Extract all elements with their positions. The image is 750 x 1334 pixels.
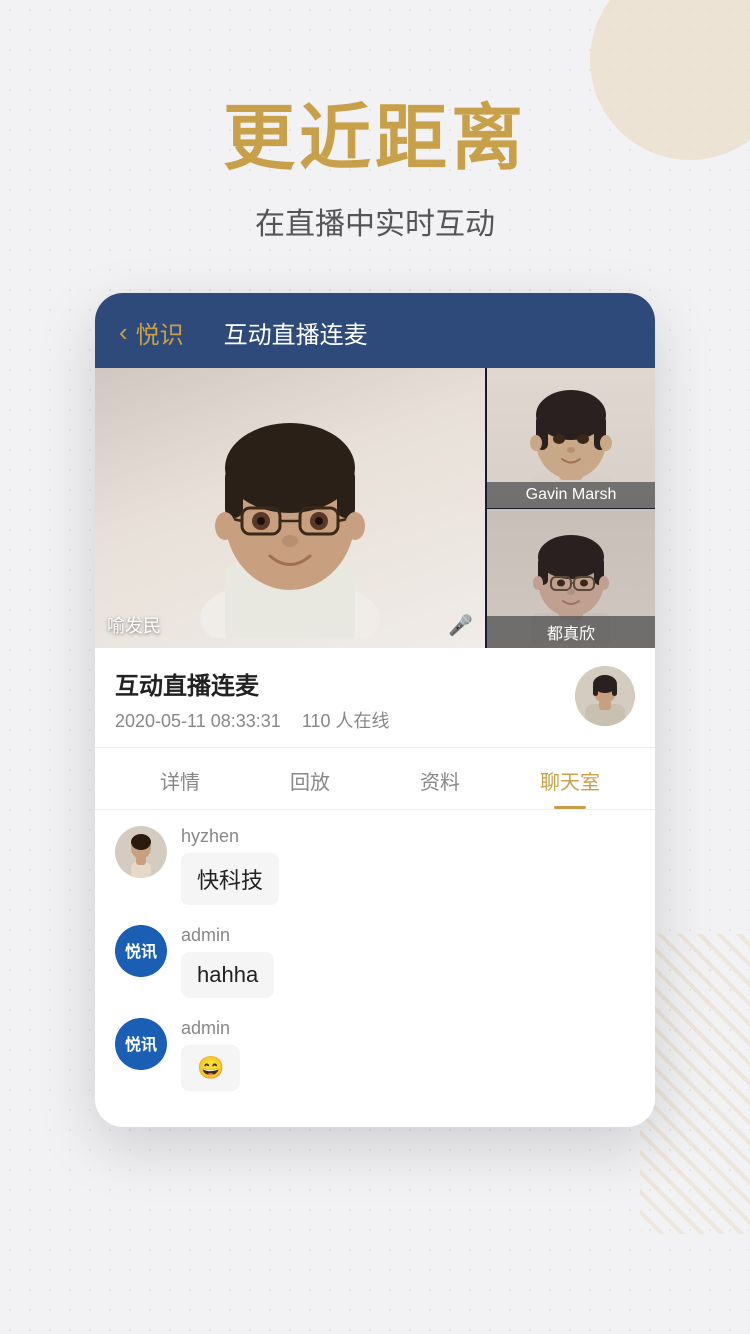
host-avatar-img — [575, 666, 635, 726]
tab-chatroom[interactable]: 聊天室 — [505, 748, 635, 809]
back-label[interactable]: 悦识 — [136, 315, 184, 350]
app-mockup: ‹ 悦识 互动直播连麦 — [95, 293, 655, 1127]
tab-details[interactable]: 详情 — [115, 748, 245, 809]
main-video-panel: 喻发民 🎤 — [95, 368, 485, 648]
tabs-bar: 详情 回放 资料 聊天室 — [95, 748, 655, 810]
side-person-1-label: Gavin Marsh — [487, 482, 655, 508]
session-info: 互动直播连麦 2020-05-11 08:33:31 110 人在线 — [95, 648, 655, 748]
side-video-panel: Gavin Marsh — [485, 368, 655, 648]
main-title: 更近距离 — [223, 100, 527, 179]
chat-message-1: hyzhen 快科技 — [115, 826, 635, 905]
session-date: 2020-05-11 08:33:31 — [115, 711, 281, 731]
avatar-photo-hyzhen — [115, 826, 167, 878]
tab-replay[interactable]: 回放 — [245, 748, 375, 809]
main-person-face — [95, 368, 485, 648]
chat-message-3: 悦讯 admin 😄 — [115, 1018, 635, 1091]
main-person-label: 喻发民 — [107, 612, 161, 638]
chat-content-1: hyzhen 快科技 — [181, 826, 635, 905]
chat-message-2: 悦讯 admin hahha — [115, 925, 635, 998]
side-video-1: Gavin Marsh — [485, 368, 655, 509]
session-viewers: 110 人在线 — [302, 711, 390, 731]
chat-username-1: hyzhen — [181, 826, 635, 847]
chat-area: hyzhen 快科技 悦讯 admin hahha — [95, 810, 655, 1127]
session-meta: 2020-05-11 08:33:31 110 人在线 — [115, 707, 575, 733]
video-area: 喻发民 🎤 — [95, 368, 655, 648]
chat-content-2: admin hahha — [181, 925, 635, 998]
chat-avatar-admin-1: 悦讯 — [115, 925, 167, 977]
main-person-svg — [160, 378, 420, 638]
host-avatar — [575, 666, 635, 726]
avatar-logo-1: 悦讯 — [115, 925, 167, 977]
chat-bubble-3: 😄 — [181, 1045, 240, 1091]
sub-title: 在直播中实时互动 — [255, 199, 495, 243]
chat-username-2: admin — [181, 925, 635, 946]
tab-materials[interactable]: 资料 — [375, 748, 505, 809]
session-text: 互动直播连麦 2020-05-11 08:33:31 110 人在线 — [115, 666, 575, 733]
chat-bubble-2: hahha — [181, 952, 274, 998]
side-video-2: 都真欣 — [485, 509, 655, 649]
chat-content-3: admin 😄 — [181, 1018, 635, 1091]
chat-username-3: admin — [181, 1018, 635, 1039]
back-chevron-icon[interactable]: ‹ — [119, 317, 128, 348]
side-person-2-label: 都真欣 — [487, 616, 655, 648]
svg-text:悦讯: 悦讯 — [125, 942, 157, 961]
chat-bubble-1: 快科技 — [181, 853, 279, 905]
app-header: ‹ 悦识 互动直播连麦 — [95, 293, 655, 368]
header-title: 互动直播连麦 — [224, 315, 368, 350]
chat-avatar-admin-2: 悦讯 — [115, 1018, 167, 1070]
mic-icon: 🎤 — [448, 613, 473, 638]
session-name: 互动直播连麦 — [115, 666, 575, 701]
avatar-logo-2: 悦讯 — [115, 1018, 167, 1070]
svg-text:悦讯: 悦讯 — [125, 1035, 157, 1054]
chat-avatar-hyzhen — [115, 826, 167, 878]
